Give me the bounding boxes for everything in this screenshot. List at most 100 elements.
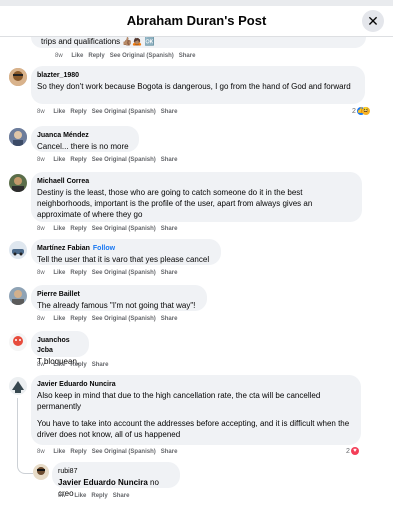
reply-button[interactable]: Reply — [88, 53, 104, 59]
comment-bubble: Javier Eduardo Nuncira Also keep in mind… — [31, 375, 361, 445]
avatar[interactable] — [9, 128, 27, 146]
comment-time: 8w — [37, 449, 45, 455]
reply-button[interactable]: Reply — [70, 362, 86, 368]
see-original-button[interactable]: See Original (Spanish) — [92, 226, 156, 232]
mention-link[interactable]: Javier Eduardo Nuncira — [58, 478, 148, 487]
comment-bubble: Juanchos Jcba T bloquean, — [31, 331, 89, 366]
avatar[interactable] — [9, 68, 27, 86]
avatar[interactable] — [9, 333, 27, 351]
share-button[interactable]: Share — [161, 270, 178, 276]
comment-author[interactable]: Juanchos Jcba — [37, 336, 81, 356]
comment-author-name[interactable]: Martínez Fabian — [37, 245, 90, 252]
like-button[interactable]: Like — [53, 362, 65, 368]
comment-author[interactable]: blazter_1980 — [37, 71, 357, 81]
see-original-button[interactable]: See Original (Spanish) — [92, 449, 156, 455]
like-button[interactable]: Like — [71, 53, 83, 59]
post-header: Abraham Duran's Post ✕ — [0, 6, 393, 37]
close-button[interactable]: ✕ — [362, 10, 384, 32]
comment-actions: 8w Like Reply See Original (Spanish) Sha… — [37, 157, 177, 163]
share-button[interactable]: Share — [161, 157, 178, 163]
comment-bubble: Martínez Fabian Follow Tell the user that… — [31, 239, 221, 265]
share-button[interactable]: Share — [161, 316, 178, 322]
share-button[interactable]: Share — [113, 493, 130, 499]
haha-reaction-icon: 😆 — [361, 107, 370, 115]
comment-text: Also keep in mind that due to the high c… — [37, 391, 321, 411]
comment-time: 8w — [58, 493, 66, 499]
reaction-number: 2 — [346, 447, 350, 455]
avatar[interactable] — [9, 241, 27, 259]
comment-bubble: Juanca Méndez Cancel... there is no more — [31, 126, 139, 152]
reply-button[interactable]: Reply — [70, 270, 86, 276]
comment-time: 8w — [37, 226, 45, 232]
reply-button[interactable]: Reply — [70, 449, 86, 455]
comment-time: 8w — [37, 362, 45, 368]
comment-time: 8w — [37, 270, 45, 276]
comment-bubble: Michaell Correa Destiny is the least, th… — [31, 172, 362, 222]
see-original-button[interactable]: See Original (Spanish) — [92, 270, 156, 276]
avatar[interactable] — [33, 464, 49, 480]
comment-author[interactable]: Javier Eduardo Nuncira — [37, 380, 353, 390]
comment-actions: 8w Like Reply See Original (Spanish) Sha… — [37, 109, 177, 115]
like-button[interactable]: Like — [53, 157, 65, 163]
comment-actions: 8w Like Reply See Original (Spanish) Sha… — [37, 449, 177, 455]
reaction-number: 2 — [352, 107, 356, 115]
comment-bubble: trips and qualifications 👍🏽🙇🏽 🆗 — [31, 36, 366, 48]
share-button[interactable]: Share — [92, 362, 109, 368]
comment-text-paragraph-2: You have to take into account the addres… — [37, 419, 350, 439]
comment-time: 8w — [55, 53, 63, 59]
comment-author[interactable]: rubi87 — [58, 467, 172, 477]
see-original-button[interactable]: See Original (Spanish) — [92, 316, 156, 322]
comment-actions: 8w Like Reply See Original (Spanish) Sha… — [37, 226, 177, 232]
avatar[interactable] — [9, 287, 27, 305]
comment-text: Destiny is the least, those who are goin… — [37, 188, 313, 219]
comment-text: Cancel... there is no more — [37, 142, 129, 151]
like-button[interactable]: Like — [53, 316, 65, 322]
avatar[interactable] — [9, 174, 27, 192]
comment-text: Tell the user that it is varo that yes p… — [37, 255, 210, 264]
comment-bubble: rubi87 Javier Eduardo Nuncira no creo — [52, 462, 180, 498]
comment-author[interactable]: Michaell Correa — [37, 177, 354, 187]
reply-button[interactable]: Reply — [70, 157, 86, 163]
comment-actions: 8w Like Reply See Original (Spanish) Sha… — [55, 53, 195, 59]
reaction-count[interactable]: 2 👍 😆 — [352, 107, 370, 115]
see-original-button[interactable]: See Original (Spanish) — [92, 109, 156, 115]
reply-button[interactable]: Reply — [70, 226, 86, 232]
comment-actions: 8w Like Reply Share — [37, 362, 108, 368]
like-button[interactable]: Like — [53, 270, 65, 276]
comment-text: trips and qualifications 👍🏽🙇🏽 🆗 — [41, 37, 155, 46]
comment-time: 8w — [37, 157, 45, 163]
comment-actions: 8w Like Reply See Original (Spanish) Sha… — [37, 270, 177, 276]
comment-time: 8w — [37, 316, 45, 322]
comment-text: The already famous "I'm not going that w… — [37, 301, 196, 310]
see-original-button[interactable]: See Original (Spanish) — [110, 53, 174, 59]
comment-author: Martínez Fabian Follow — [37, 244, 213, 254]
reply-button[interactable]: Reply — [70, 109, 86, 115]
like-button[interactable]: Like — [53, 449, 65, 455]
page-title: Abraham Duran's Post — [126, 13, 267, 28]
reply-button[interactable]: Reply — [70, 316, 86, 322]
like-button[interactable]: Like — [74, 493, 86, 499]
comment-actions: 8w Like Reply See Original (Spanish) Sha… — [37, 316, 177, 322]
comment-author[interactable]: Pierre Baillet — [37, 290, 199, 300]
follow-button[interactable]: Follow — [93, 245, 115, 252]
comments-list[interactable]: trips and qualifications 👍🏽🙇🏽 🆗 8w Like … — [0, 36, 393, 512]
reply-button[interactable]: Reply — [91, 493, 107, 499]
share-button[interactable]: Share — [161, 449, 178, 455]
comment-bubble: blazter_1980 So they don't work because … — [31, 66, 365, 104]
comment-actions: 8w Like Reply Share — [58, 493, 129, 499]
like-button[interactable]: Like — [53, 226, 65, 232]
love-reaction-icon: ♥ — [350, 447, 359, 455]
reply-thread-line — [17, 398, 33, 474]
comment-author[interactable]: Juanca Méndez — [37, 131, 131, 141]
share-button[interactable]: Share — [179, 53, 196, 59]
like-button[interactable]: Like — [53, 109, 65, 115]
comment-text: So they don't work because Bogota is dan… — [37, 82, 351, 91]
comment-bubble: Pierre Baillet The already famous "I'm n… — [31, 285, 207, 311]
close-icon: ✕ — [367, 12, 379, 29]
comment-time: 8w — [37, 109, 45, 115]
share-button[interactable]: Share — [161, 226, 178, 232]
reaction-count[interactable]: 2 ♥ — [346, 447, 359, 455]
see-original-button[interactable]: See Original (Spanish) — [92, 157, 156, 163]
share-button[interactable]: Share — [161, 109, 178, 115]
avatar[interactable] — [9, 377, 27, 395]
